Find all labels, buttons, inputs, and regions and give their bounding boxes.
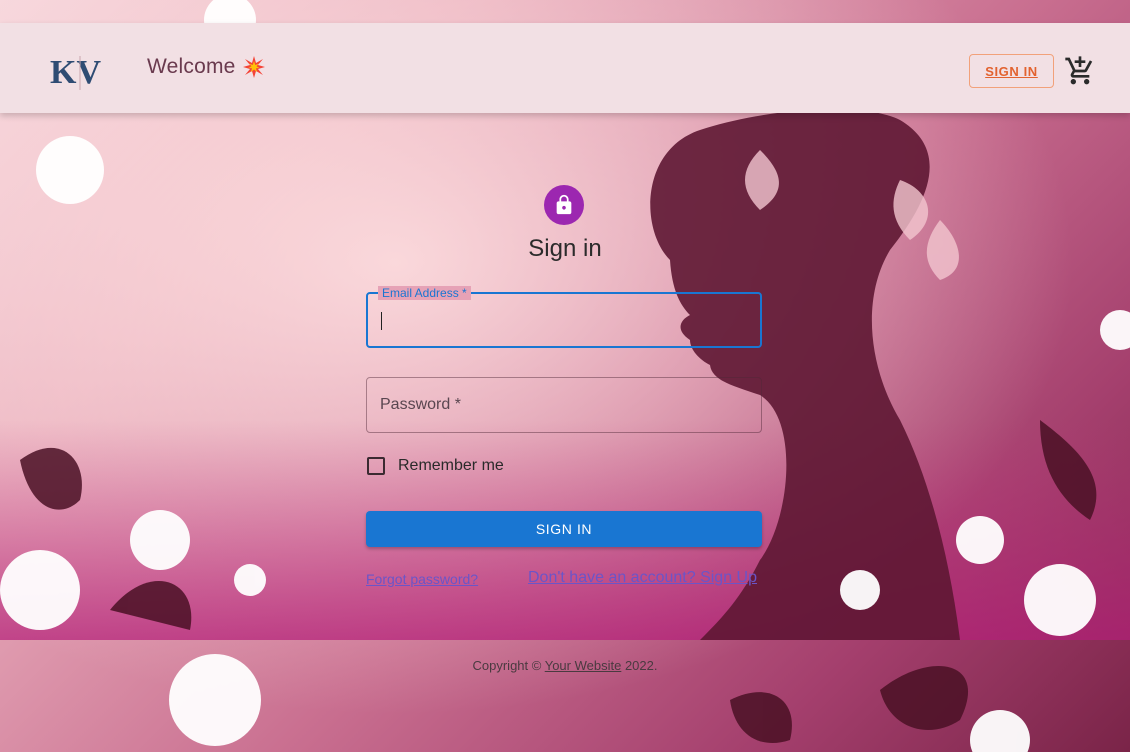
remember-me-label: Remember me — [398, 457, 504, 474]
welcome-heading: Welcome — [147, 55, 266, 79]
forgot-password-link[interactable]: Forgot password? — [366, 571, 478, 587]
remember-me-checkbox[interactable]: Remember me — [367, 457, 504, 475]
header-sign-in-button[interactable]: SIGN IN — [969, 54, 1054, 88]
password-field[interactable]: Password * — [366, 377, 762, 433]
collision-emoji-icon — [242, 55, 266, 79]
lock-icon — [544, 185, 584, 225]
sign-in-submit-button[interactable]: SIGN IN — [366, 511, 762, 547]
app-header: KV Welcome SIGN IN — [0, 23, 1130, 113]
page-title: Sign in — [528, 235, 602, 262]
password-input[interactable] — [367, 378, 761, 432]
kv-logo[interactable]: KV — [48, 52, 112, 92]
sign-up-link[interactable]: Don't have an account? Sign Up — [528, 569, 757, 587]
add-shopping-cart-icon[interactable] — [1064, 55, 1096, 87]
welcome-text: Welcome — [147, 55, 236, 78]
logo-text: KV — [50, 54, 101, 91]
checkbox-icon[interactable] — [367, 457, 385, 475]
email-input[interactable] — [368, 294, 760, 346]
email-field[interactable]: Email Address * — [366, 286, 762, 348]
